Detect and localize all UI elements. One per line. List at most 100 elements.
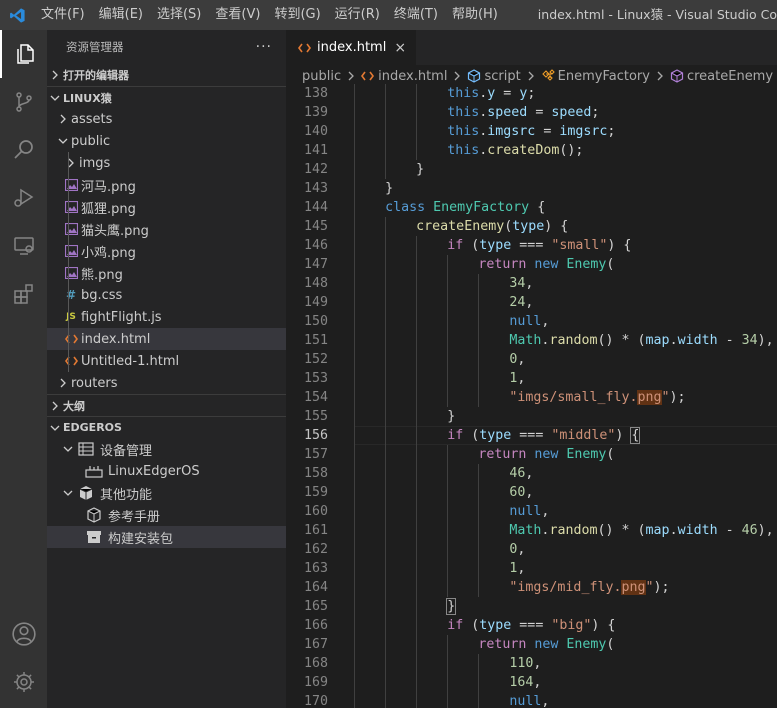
line-number: 169 (303, 675, 328, 690)
file-tree-item[interactable]: JS fightFlight.js (47, 306, 286, 328)
menu-item[interactable]: 终端(T) (387, 0, 445, 30)
code-line[interactable]: 155} (286, 407, 777, 426)
code-line[interactable]: 138 this.y = y; (286, 84, 777, 103)
edgeros-item[interactable]: 设备管理 (47, 438, 286, 460)
code-line[interactable]: 168 110, (286, 654, 777, 673)
indent-guide (478, 483, 480, 502)
files-icon[interactable] (0, 30, 47, 78)
extensions-icon[interactable] (0, 270, 47, 318)
code-token: ; (527, 86, 536, 101)
code-text: if (type === "small") { (447, 236, 631, 255)
code-line[interactable]: 164 "imgs/mid_fly.png"); (286, 578, 777, 597)
indent-guide (354, 635, 355, 654)
code-line[interactable]: 141 this.createDom(); (286, 141, 777, 160)
code-line[interactable]: 158 46, (286, 464, 777, 483)
close-icon[interactable]: × (394, 40, 406, 56)
file-tree-item[interactable]: 猫头鹰.png (47, 218, 286, 240)
file-label: 河马.png (81, 179, 136, 195)
file-tree-item[interactable]: index.html (47, 328, 286, 350)
code-text: 46, (509, 464, 533, 483)
search-icon[interactable] (0, 126, 47, 174)
file-tree-item[interactable]: imgs (47, 152, 286, 174)
settings-gear-icon[interactable] (0, 658, 47, 706)
indent-guide (416, 692, 418, 708)
code-line[interactable]: 166 if (type === "big") { (286, 616, 777, 635)
window-title: index.html - Linux猿 - Visual Studio Co (537, 7, 777, 22)
edgeros-item[interactable]: LinuxEdgerOS (47, 460, 286, 482)
breadcrumb-item[interactable]: createEnemy (670, 69, 773, 84)
code-line[interactable]: 156 if (type === "middle") { (286, 426, 777, 445)
code-line[interactable]: 139 this.speed = speed; (286, 103, 777, 122)
file-tree-item[interactable]: 河马.png (47, 174, 286, 196)
code-token: class (385, 200, 434, 215)
code-line[interactable]: 145 createEnemy(type) { (286, 217, 777, 236)
code-line[interactable]: 163 1, (286, 559, 777, 578)
file-tree-item[interactable]: assets (47, 108, 286, 130)
code-line[interactable]: 148 34, (286, 274, 777, 293)
code-token: 24 (509, 295, 526, 310)
code-line[interactable]: 144 class EnemyFactory { (286, 198, 777, 217)
file-tree-item[interactable]: Untitled-1.html (47, 350, 286, 372)
remote-explorer-icon[interactable] (0, 222, 47, 270)
run-debug-icon[interactable] (0, 174, 47, 222)
file-tree-item[interactable]: routers (47, 372, 286, 394)
breadcrumb-item[interactable]: script (467, 69, 521, 84)
code-line[interactable]: 149 24, (286, 293, 777, 312)
breadcrumb-item[interactable]: index.html (361, 69, 447, 84)
code-line[interactable]: 161 Math.random() * (map.width - 46), (286, 521, 777, 540)
menu-item[interactable]: 转到(G) (267, 0, 327, 30)
more-actions-icon[interactable]: ··· (256, 39, 272, 55)
file-tree-item[interactable]: 熊.png (47, 262, 286, 284)
code-line[interactable]: 154 "imgs/small_fly.png"); (286, 388, 777, 407)
file-tree-item[interactable]: 小鸡.png (47, 240, 286, 262)
code-line[interactable]: 159 60, (286, 483, 777, 502)
code-line[interactable]: 146 if (type === "small") { (286, 236, 777, 255)
indent-guide (416, 122, 418, 141)
source-control-icon[interactable] (0, 78, 47, 126)
edgeros-item[interactable]: 其他功能 (47, 482, 286, 504)
code-text: } (385, 179, 393, 198)
code-token: imgsrc (487, 124, 536, 139)
code-line[interactable]: 147 return new Enemy( (286, 255, 777, 274)
edgeros-item[interactable]: 构建安装包 (47, 526, 286, 548)
file-tree-item[interactable]: # bg.css (47, 284, 286, 306)
code-line[interactable]: 151 Math.random() * (map.width - 34), (286, 331, 777, 350)
file-label: 狐狸.png (81, 201, 136, 217)
code-line[interactable]: 160 null, (286, 502, 777, 521)
code-line[interactable]: 162 0, (286, 540, 777, 559)
code-line[interactable]: 167 return new Enemy( (286, 635, 777, 654)
code-line[interactable]: 170 null, (286, 692, 777, 708)
menu-item[interactable]: 运行(R) (328, 0, 387, 30)
menu-item[interactable]: 选择(S) (150, 0, 208, 30)
outline-section[interactable]: 大纲 (47, 394, 286, 416)
code-line[interactable]: 169 164, (286, 673, 777, 692)
menu-item[interactable]: 查看(V) (208, 0, 267, 30)
code-text: 164, (509, 673, 541, 692)
account-icon[interactable] (0, 610, 47, 658)
code-editor[interactable]: 138 this.y = y; 139 this.speed = speed; 140 t… (286, 84, 777, 708)
edgeros-item[interactable]: 参考手册 (47, 504, 286, 526)
menu-item[interactable]: 文件(F) (34, 0, 92, 30)
css-file-icon: # (65, 288, 77, 302)
code-line[interactable]: 153 1, (286, 369, 777, 388)
indent-guide (478, 312, 480, 331)
indent-guide (385, 312, 387, 331)
breadcrumb-item[interactable]: EnemyFactory (541, 69, 650, 84)
edgeros-section[interactable]: EDGEROS (47, 416, 286, 438)
menu-item[interactable]: 帮助(H) (445, 0, 505, 30)
code-line[interactable]: 143} (286, 179, 777, 198)
code-line[interactable]: 140 this.imgsrc = imgsrc; (286, 122, 777, 141)
menu-item[interactable]: 编辑(E) (92, 0, 150, 30)
open-editors-section[interactable]: 打开的编辑器 (47, 64, 286, 86)
file-tree-item[interactable]: 狐狸.png (47, 196, 286, 218)
tab-index-html[interactable]: index.html × (286, 30, 417, 65)
workspace-section[interactable]: LINUX猿 (47, 86, 286, 108)
code-line[interactable]: 165} (286, 597, 777, 616)
code-line[interactable]: 152 0, (286, 350, 777, 369)
code-line[interactable]: 150 null, (286, 312, 777, 331)
breadcrumb-item[interactable]: public (302, 69, 341, 84)
code-line[interactable]: 142} (286, 160, 777, 179)
file-tree-item[interactable]: public (47, 130, 286, 152)
code-line[interactable]: 157 return new Enemy( (286, 445, 777, 464)
indent-guide (447, 255, 449, 274)
